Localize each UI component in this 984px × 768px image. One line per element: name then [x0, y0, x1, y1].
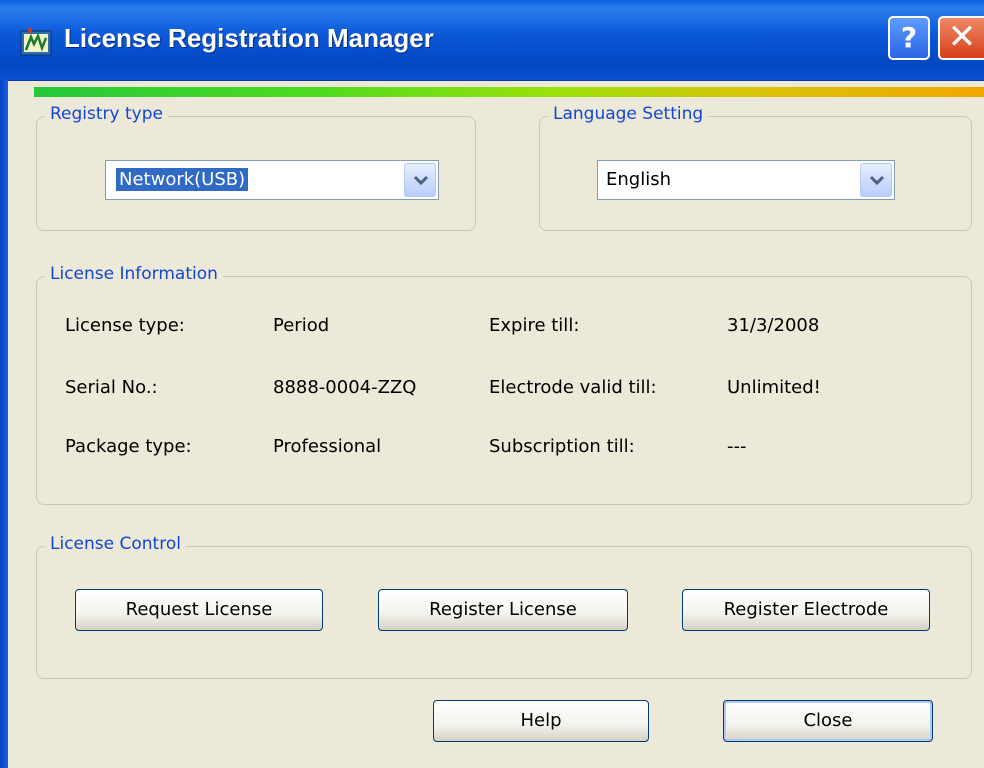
language-setting-legend: Language Setting: [548, 104, 709, 124]
status-gradient-strip: [34, 87, 984, 97]
request-license-button[interactable]: Request License: [75, 589, 323, 631]
help-button[interactable]: Help: [433, 700, 649, 742]
register-electrode-button[interactable]: Register Electrode: [682, 589, 930, 631]
license-registration-window: License Registration Manager ? ✕ Registr…: [0, 0, 984, 768]
help-title-button[interactable]: ?: [888, 16, 930, 60]
package-type-label: Package type:: [65, 436, 192, 457]
license-type-value: Period: [273, 315, 330, 336]
license-information-group: License Information License type: Period…: [36, 264, 972, 505]
registry-type-legend: Registry type: [45, 104, 168, 124]
chevron-down-icon: [414, 175, 428, 185]
license-control-legend: License Control: [45, 534, 186, 554]
registry-type-select[interactable]: Network(USB): [105, 160, 439, 200]
subscription-till-value: ---: [727, 436, 747, 457]
window-border: [0, 80, 8, 768]
serial-no-value: 8888-0004-ZZQ: [273, 377, 417, 398]
language-value: English: [606, 169, 671, 190]
license-information-legend: License Information: [45, 264, 223, 284]
language-select[interactable]: English: [597, 160, 895, 200]
serial-no-label: Serial No.:: [65, 377, 158, 398]
package-type-value: Professional: [273, 436, 382, 457]
electrode-valid-label: Electrode valid till:: [489, 377, 657, 398]
question-icon: ?: [900, 21, 918, 54]
subscription-till-label: Subscription till:: [489, 436, 635, 457]
title-bar[interactable]: License Registration Manager ? ✕: [0, 0, 984, 81]
register-license-button[interactable]: Register License: [378, 589, 628, 631]
close-button[interactable]: Close: [723, 700, 933, 742]
electrode-valid-value: Unlimited!: [727, 377, 821, 398]
expire-till-label: Expire till:: [489, 315, 580, 336]
license-app-icon: [20, 28, 52, 56]
license-control-group: License Control Request License Register…: [36, 534, 972, 679]
window-title: License Registration Manager: [64, 23, 434, 53]
close-title-button[interactable]: ✕: [938, 16, 984, 60]
chevron-down-icon: [870, 175, 884, 185]
registry-type-dropdown-button[interactable]: [404, 163, 436, 197]
registry-type-group: Registry type Network(USB): [36, 104, 476, 231]
expire-till-value: 31/3/2008: [727, 315, 820, 336]
language-setting-group: Language Setting English: [539, 104, 972, 231]
license-type-label: License type:: [65, 315, 185, 336]
language-dropdown-button[interactable]: [860, 163, 892, 197]
close-icon: ✕: [947, 17, 977, 57]
registry-type-value: Network(USB): [114, 167, 250, 192]
